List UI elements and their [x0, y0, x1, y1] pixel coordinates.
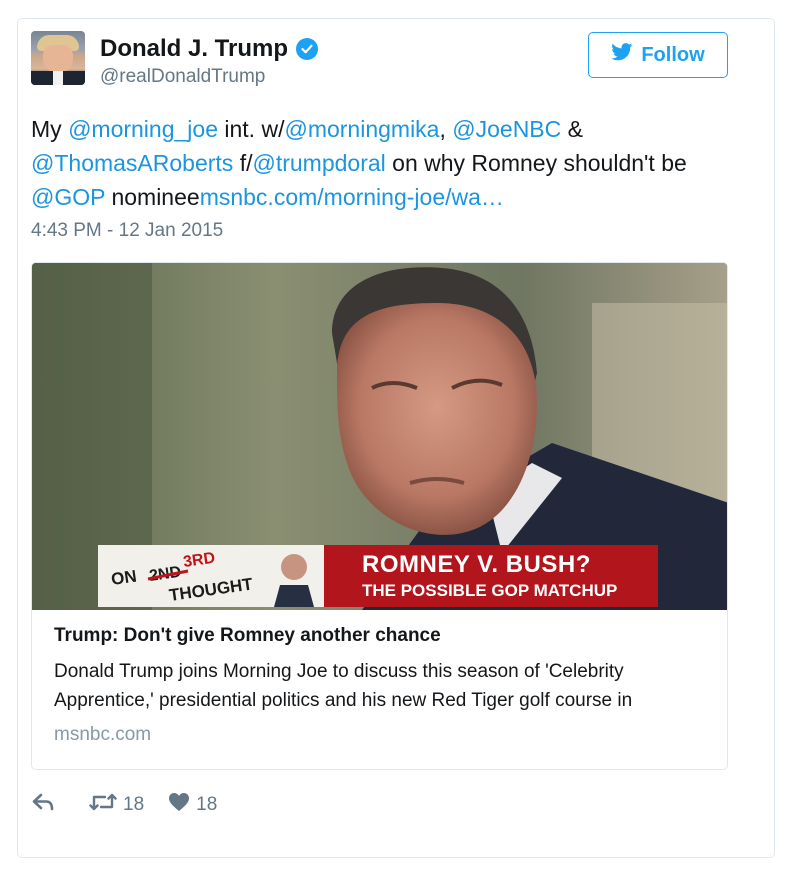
retweet-count: 18	[123, 794, 145, 815]
retweet-icon	[89, 792, 117, 818]
bird-icon	[611, 43, 633, 67]
author-handle[interactable]: @realDonaldTrump	[100, 66, 265, 88]
reply-button[interactable]	[31, 792, 55, 818]
tweet-link[interactable]: @JoeNBC	[452, 116, 561, 142]
follow-label: Follow	[641, 43, 705, 66]
reply-icon	[31, 792, 55, 818]
tweet-link[interactable]: @trumpdoral	[252, 150, 385, 176]
svg-text:3RD: 3RD	[182, 550, 216, 571]
preview-domain: msnbc.com	[54, 724, 152, 745]
tweet-text-segment: My	[31, 116, 69, 142]
author-name[interactable]: Donald J. Trump	[100, 35, 319, 63]
follow-button[interactable]: Follow	[588, 32, 728, 78]
tweet-link[interactable]: @morningmika	[284, 116, 439, 142]
tweet-link[interactable]: msnbc.com/morning-joe/wa…	[200, 184, 504, 210]
preview-title[interactable]: Trump: Don't give Romney another chance	[54, 625, 714, 647]
link-preview-card[interactable]: ON 2ND 3RD THOUGHT ROMNEY V. BUSH? THE P…	[31, 262, 728, 770]
tweet-link[interactable]: @morning_joe	[68, 116, 218, 142]
preview-image[interactable]: ON 2ND 3RD THOUGHT ROMNEY V. BUSH? THE P…	[32, 263, 727, 610]
like-count: 18	[196, 794, 218, 815]
author-name-text[interactable]: Donald J. Trump	[100, 35, 288, 63]
tweet-text-segment: ,	[439, 116, 453, 142]
tweet-text-segment: on why Romney shouldn't be	[385, 150, 687, 176]
svg-text:ON: ON	[110, 567, 138, 589]
heart-icon	[168, 792, 190, 818]
verified-badge-icon	[296, 38, 319, 60]
tweet-text-segment: nominee	[105, 184, 200, 210]
retweet-button[interactable]: 18	[89, 792, 144, 818]
tweet-actions: 18 18	[31, 792, 217, 818]
preview-text-block: Trump: Don't give Romney another chance …	[54, 625, 714, 746]
tweet-text: My @morning_joe int. w/@morningmika, @Jo…	[31, 112, 731, 214]
banner-left: ON 2ND 3RD THOUGHT	[98, 545, 324, 607]
tweet-text-segment: &	[561, 116, 583, 142]
banner-headline: ROMNEY V. BUSH?	[362, 551, 591, 578]
avatar[interactable]	[31, 31, 85, 85]
like-button[interactable]: 18	[168, 792, 217, 818]
banner-right: ROMNEY V. BUSH? THE POSSIBLE GOP MATCHUP	[324, 545, 658, 607]
banner-subheadline: THE POSSIBLE GOP MATCHUP	[362, 581, 618, 600]
preview-description: Donald Trump joins Morning Joe to discus…	[54, 661, 633, 711]
tweet-link[interactable]: @GOP	[31, 184, 105, 210]
tweet-timestamp[interactable]: 4:43 PM - 12 Jan 2015	[31, 220, 223, 242]
tweet-text-segment: int. w/	[218, 116, 285, 142]
tweet-link[interactable]: @ThomasARoberts	[31, 150, 233, 176]
tweet-text-segment: f/	[233, 150, 253, 176]
